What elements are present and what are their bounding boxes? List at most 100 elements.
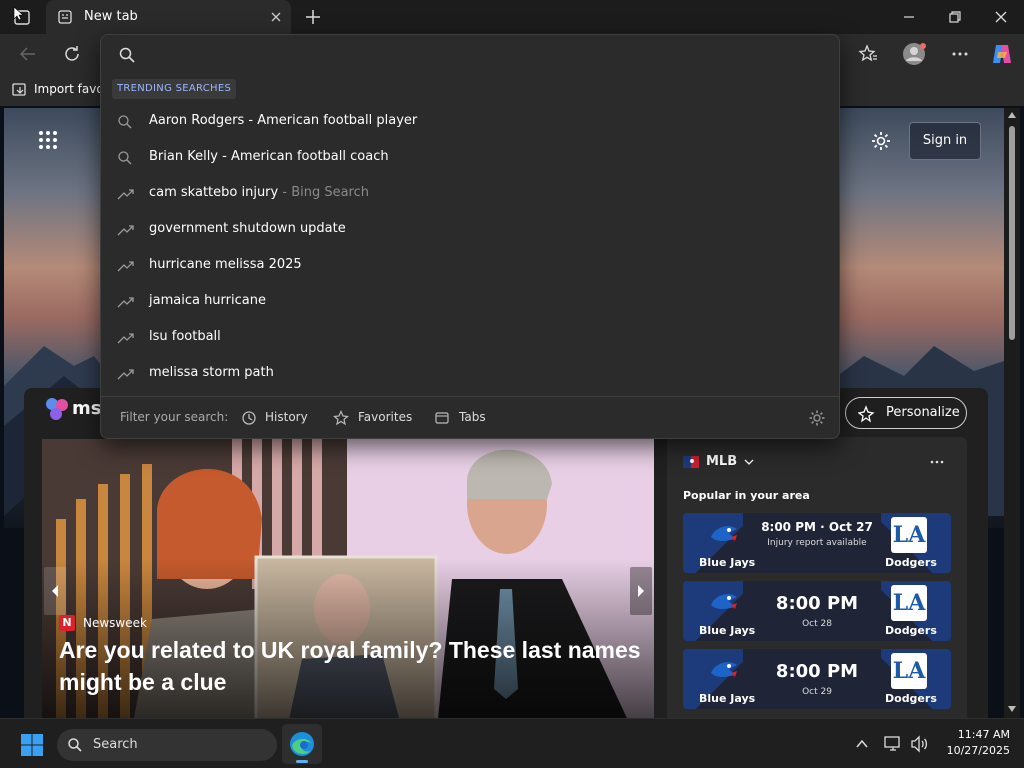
taskbar-search-box[interactable]: Search: [57, 729, 277, 761]
suggestion-item[interactable]: melissa storm path: [101, 356, 839, 392]
apps-grid-icon[interactable]: [38, 130, 58, 150]
copilot-icon[interactable]: [990, 42, 1014, 66]
volume-icon[interactable]: [910, 735, 930, 753]
blue-jays-logo: [711, 526, 737, 541]
tab-title: New tab: [84, 9, 138, 24]
carousel-prev-button[interactable]: [44, 567, 66, 615]
history-icon: [241, 410, 257, 426]
filter-history-label: History: [265, 410, 308, 424]
game-date: Oct 28: [802, 619, 832, 629]
clock-time: 11:47 AM: [957, 728, 1010, 741]
favorites-star-icon[interactable]: [858, 44, 878, 64]
tabs-icon: [434, 410, 450, 426]
filter-favorites-button[interactable]: Favorites: [333, 405, 413, 431]
minimize-icon[interactable]: [902, 10, 916, 24]
page-scrollbar[interactable]: [1004, 108, 1020, 718]
personalize-sparkle-icon: [858, 405, 876, 423]
carousel-next-button[interactable]: [630, 567, 652, 615]
home-team: Blue Jays: [699, 556, 756, 569]
filter-favorites-label: Favorites: [358, 410, 413, 424]
restore-icon[interactable]: [948, 10, 962, 24]
windows-taskbar: Search 11:47 AM 10/27/2025: [0, 718, 1024, 768]
game-row[interactable]: LA Blue Jays Dodgers 8:00 PM Oct 28: [683, 581, 951, 641]
away-team: Dodgers: [885, 556, 937, 569]
refresh-icon[interactable]: [62, 44, 82, 64]
suggestion-text: hurricane melissa 2025: [149, 257, 302, 272]
away-team: Dodgers: [885, 624, 937, 637]
show-hidden-icons-chevron-icon[interactable]: [854, 736, 870, 752]
suggestion-text: Brian Kelly: [149, 149, 219, 164]
suggestion-text: melissa storm path: [149, 365, 274, 380]
chevron-down-icon[interactable]: [743, 457, 755, 467]
suggestion-item[interactable]: lsu football: [101, 320, 839, 356]
title-bar: New tab: [0, 0, 1024, 34]
close-tab-icon[interactable]: [270, 11, 282, 23]
import-favorites-icon: [11, 81, 29, 99]
card-more-icon[interactable]: [929, 457, 945, 467]
dodgers-logo: LA: [891, 517, 927, 553]
dodgers-logo: LA: [891, 653, 927, 689]
trending-icon: [117, 258, 135, 278]
game-note: Injury report available: [767, 538, 867, 548]
home-team: Blue Jays: [699, 692, 756, 705]
suggestion-text: government shutdown update: [149, 221, 346, 236]
game-date: Oct 29: [802, 687, 832, 697]
filter-history-button[interactable]: History: [241, 405, 308, 431]
game-row[interactable]: LA Blue Jays Dodgers 8:00 PM · Oct 27 In…: [683, 513, 951, 573]
blue-jays-logo: [711, 662, 737, 677]
personalize-label: Personalize: [886, 405, 960, 420]
mlb-scores-card: MLB Popular in your area LA Blue Jays Do…: [667, 437, 967, 718]
page-settings-gear-icon[interactable]: [870, 130, 892, 152]
tab-actions-icon[interactable]: [12, 6, 34, 28]
back-arrow-icon[interactable]: [18, 44, 38, 64]
suggestion-item[interactable]: government shutdown update: [101, 212, 839, 248]
filter-tabs-label: Tabs: [459, 410, 486, 424]
suggestion-detail: - Bing Search: [278, 185, 370, 200]
star-icon: [333, 410, 349, 426]
away-team: Dodgers: [885, 692, 937, 705]
trending-icon: [117, 330, 135, 350]
news-headline[interactable]: Are you related to UK royal family? Thes…: [59, 634, 649, 698]
news-hero-card[interactable]: N Newsweek Are you related to UK royal f…: [42, 439, 654, 718]
trending-icon: [117, 222, 135, 242]
suggestion-item[interactable]: Aaron Rodgers - American football player: [101, 104, 839, 140]
sign-in-button[interactable]: Sign in: [909, 122, 981, 160]
suggestion-item[interactable]: jamaica hurricane: [101, 284, 839, 320]
dodgers-logo: LA: [891, 585, 927, 621]
more-options-icon[interactable]: [950, 44, 970, 64]
suggestion-item[interactable]: hurricane melissa 2025: [101, 248, 839, 284]
close-window-icon[interactable]: [994, 10, 1008, 24]
game-time: 8:00 PM · Oct 27: [761, 520, 873, 534]
suggestion-item[interactable]: Brian Kelly - American football coach: [101, 140, 839, 176]
search-settings-gear-icon[interactable]: [808, 409, 826, 427]
address-input[interactable]: [145, 41, 825, 69]
new-tab-plus-icon[interactable]: [304, 8, 322, 26]
taskbar-edge-button[interactable]: [282, 724, 322, 764]
newsweek-logo: N: [59, 615, 75, 631]
personalize-button[interactable]: Personalize: [845, 397, 967, 429]
tab-new-tab[interactable]: New tab: [46, 0, 291, 34]
suggestion-item[interactable]: cam skattebo injury - Bing Search: [101, 176, 839, 212]
filter-tabs-button[interactable]: Tabs: [434, 405, 490, 431]
trending-icon: [117, 294, 135, 314]
clock-date: 10/27/2025: [946, 744, 1010, 757]
filter-label: Filter your search:: [120, 410, 229, 424]
windows-start-icon[interactable]: [20, 733, 44, 757]
suggestion-detail: - American football coach: [218, 149, 389, 164]
taskbar-search-label: Search: [93, 737, 138, 752]
active-app-indicator: [296, 760, 308, 763]
search-icon: [117, 114, 133, 134]
search-icon: [67, 737, 83, 753]
profile-avatar-icon[interactable]: [902, 41, 928, 67]
trending-icon: [117, 366, 135, 386]
news-source: Newsweek: [83, 616, 147, 630]
trending-icon: [117, 186, 135, 206]
network-icon[interactable]: [884, 735, 902, 753]
home-team: Blue Jays: [699, 624, 756, 637]
mlb-title[interactable]: MLB: [706, 454, 737, 469]
address-bar-suggestions: TRENDING SEARCHES Aaron Rodgers - Americ…: [100, 34, 840, 439]
search-icon: [117, 150, 133, 170]
import-favorites-link[interactable]: Import favor: [34, 82, 109, 96]
taskbar-clock[interactable]: 11:47 AM 10/27/2025: [938, 728, 1010, 757]
game-row[interactable]: LA Blue Jays Dodgers 8:00 PM Oct 29: [683, 649, 951, 709]
